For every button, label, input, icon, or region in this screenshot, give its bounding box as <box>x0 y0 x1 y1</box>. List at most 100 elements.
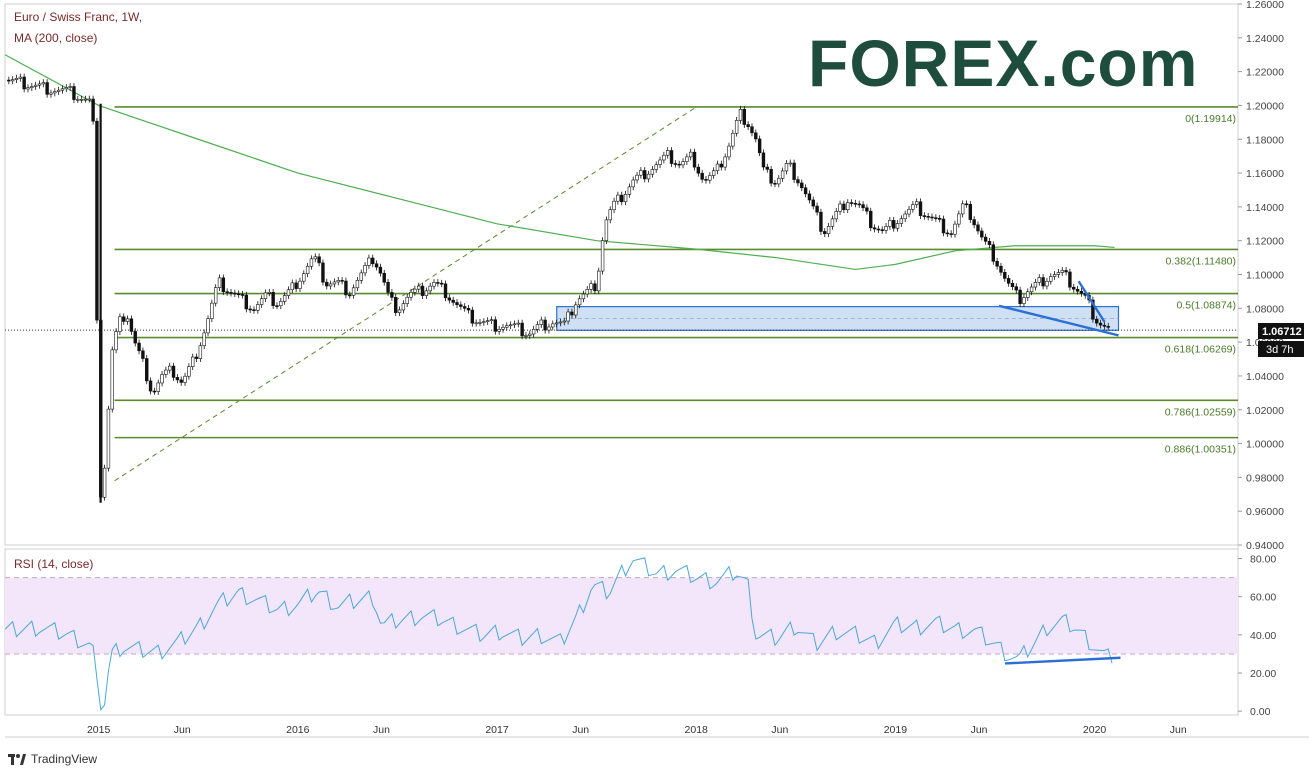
tradingview-brand[interactable]: TradingView <box>8 752 97 766</box>
candle-body <box>746 124 750 128</box>
candle-body <box>363 265 367 274</box>
candle-body <box>371 257 375 265</box>
candle-body <box>405 296 409 304</box>
candle-body <box>604 219 609 241</box>
candle-body <box>727 145 731 158</box>
candle-body <box>30 86 34 89</box>
candle-body <box>1102 324 1107 327</box>
candle-body <box>972 219 976 226</box>
candle-body <box>792 162 796 180</box>
candle-body <box>102 467 107 498</box>
candle-body <box>964 203 969 206</box>
candle-body <box>1029 286 1034 293</box>
tradingview-label: TradingView <box>31 752 98 766</box>
candle-body <box>64 87 68 90</box>
candle-body <box>945 232 950 235</box>
candle-body <box>612 200 616 211</box>
candle-body <box>122 316 126 322</box>
candle-body <box>1068 271 1072 288</box>
candle-body <box>7 79 11 82</box>
candle-body <box>313 256 317 260</box>
candle-body <box>953 223 957 235</box>
candle-body <box>585 289 589 295</box>
candle-body <box>91 98 95 122</box>
price-axis-label: 1.10000 <box>1246 270 1284 282</box>
candle-body <box>1056 272 1061 275</box>
candle-body <box>930 216 934 219</box>
candle-body <box>1064 270 1068 273</box>
candle-body <box>33 84 38 87</box>
candle-body <box>1014 286 1018 291</box>
candle-body <box>539 319 543 325</box>
candle-body <box>608 209 612 221</box>
candle-body <box>41 82 46 85</box>
candle-body <box>336 280 340 283</box>
candle-body <box>731 132 735 147</box>
candle-body <box>18 76 23 79</box>
price-axis-label: 0.96000 <box>1246 506 1284 518</box>
ma-legend: MA (200, close) <box>14 31 97 45</box>
candle-body <box>711 170 716 176</box>
candle-body <box>382 272 386 283</box>
candle-body <box>501 326 505 330</box>
candle-body <box>734 120 739 134</box>
candle-body <box>907 208 911 215</box>
candle-body <box>187 366 191 377</box>
candle-body <box>811 199 815 207</box>
candle-body <box>221 277 226 293</box>
rsi-band <box>5 577 1238 654</box>
candle-body <box>470 309 475 324</box>
candle-body <box>819 211 823 232</box>
candle-body <box>401 303 406 311</box>
candle-body <box>179 379 183 383</box>
candle-body <box>884 226 888 231</box>
candle-body <box>493 319 498 332</box>
candle-body <box>271 291 275 306</box>
candle-body <box>378 266 383 274</box>
candle-body <box>685 156 689 162</box>
candle-body <box>754 132 758 140</box>
support-zone-layer <box>556 306 1120 331</box>
candle-body <box>620 194 624 203</box>
candle-body <box>830 218 835 227</box>
candle-body <box>627 186 632 195</box>
candle-body <box>869 210 873 229</box>
chart-title: Euro / Swiss Franc, 1W, <box>14 10 142 24</box>
candle-body <box>202 332 206 347</box>
price-axis-label: 1.16000 <box>1246 168 1284 180</box>
candle-body <box>520 322 524 337</box>
candle-body <box>10 79 15 82</box>
candle-body <box>236 293 241 296</box>
candle-body <box>562 320 566 323</box>
candle-body <box>1018 289 1022 304</box>
candle-body <box>141 350 145 359</box>
candle-body <box>742 109 747 125</box>
candle-body <box>328 283 333 287</box>
time-axis-label: Jun <box>1170 724 1187 736</box>
candle-body <box>317 256 321 264</box>
candle-body <box>233 292 237 295</box>
candle-body <box>543 319 547 331</box>
candle-body <box>554 322 559 325</box>
candle-body <box>206 318 210 334</box>
candle-body <box>145 358 149 382</box>
candle-body <box>922 215 927 217</box>
candle-body <box>1079 290 1084 294</box>
price-axis-label: 0.94000 <box>1246 540 1284 552</box>
candle-body <box>1098 322 1103 326</box>
candle-body <box>1045 280 1049 287</box>
price-axis-label: 1.12000 <box>1246 236 1284 248</box>
time-axis-label: Jun <box>771 724 788 736</box>
fib-level-label: 0(1.19914) <box>1185 113 1236 125</box>
candle-body <box>761 152 766 168</box>
rsi-axis-label: 60.00 <box>1250 592 1276 604</box>
candle-body <box>600 240 605 272</box>
candle-body <box>646 173 651 180</box>
candle-body <box>325 281 329 287</box>
candle-body <box>976 224 980 232</box>
rsi-axis-label: 0.00 <box>1250 706 1271 718</box>
candle-body <box>298 280 302 289</box>
candle-body <box>934 217 938 219</box>
candle-body <box>880 229 884 231</box>
candle-body <box>639 170 643 176</box>
